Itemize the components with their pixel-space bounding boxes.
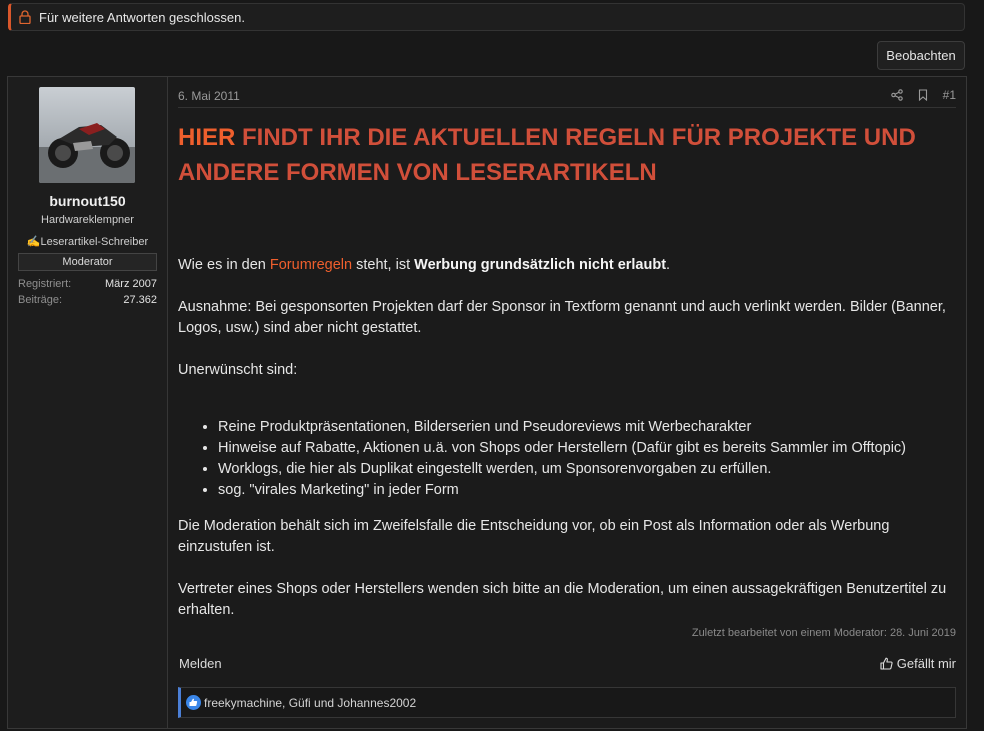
post-headline: HIER FINDT IHR DIE AKTUELLEN REGELN FÜR … — [178, 120, 958, 190]
report-link[interactable]: Melden — [179, 656, 222, 671]
list-item: Worklogs, die hier als Duplikat eingeste… — [218, 459, 958, 480]
motorcycle-avatar-image — [39, 87, 135, 183]
paragraph-unwanted: Unerwünscht sind: — [178, 362, 298, 378]
post-actions: #1 — [890, 88, 956, 102]
watch-button[interactable]: Beobachten — [877, 41, 965, 70]
post-body: Wie es in den Forumregeln steht, ist Wer… — [178, 255, 958, 621]
closed-notice: Für weitere Antworten geschlossen. — [8, 3, 965, 31]
like-button[interactable]: Gefällt mir — [880, 656, 956, 671]
headline-highlight: HIER — [178, 124, 236, 151]
like-reaction-icon — [186, 695, 201, 710]
stat-label: Beiträge: — [18, 294, 63, 306]
share-icon[interactable] — [890, 89, 903, 101]
list-item: Reine Produktpräsentationen, Bilderserie… — [218, 417, 958, 438]
list-item: sog. "virales Marketing" in jeder Form — [218, 480, 958, 501]
stat-label: Registriert: — [18, 278, 72, 290]
username[interactable]: burnout150 — [8, 193, 167, 209]
thumbs-up-icon — [880, 657, 893, 670]
unwanted-list: Reine Produktpräsentationen, Bilderserie… — [178, 417, 958, 501]
reactions-bar[interactable]: freekymachine, Güfi und Johannes2002 — [178, 687, 956, 718]
paragraph-moderation: Die Moderation behält sich im Zweifelsfa… — [178, 518, 890, 555]
intro-suffix: . — [666, 257, 671, 273]
paragraph-intro: Wie es in den Forumregeln steht, ist Wer… — [178, 255, 958, 276]
post-main: 6. Mai 2011 #1 HIER FINDT IHR DIE AKTUEL… — [168, 77, 966, 728]
stat-value[interactable]: 27.362 — [123, 294, 157, 306]
avatar[interactable] — [39, 87, 135, 183]
stat-registered: Registriert: März 2007 — [18, 278, 157, 290]
like-label: Gefällt mir — [896, 656, 956, 671]
notice-text: Für weitere Antworten geschlossen. — [39, 9, 245, 25]
intro-prefix: Wie es in den — [178, 257, 270, 273]
list-item: Hinweise auf Rabatte, Aktionen u.ä. von … — [218, 438, 958, 459]
post: burnout150 Hardwareklempner ✍️Leserartik… — [7, 76, 967, 729]
lock-icon — [19, 10, 31, 24]
last-edited: Zuletzt bearbeitet von einem Moderator: … — [691, 627, 956, 639]
post-number[interactable]: #1 — [943, 88, 956, 102]
user-cell: burnout150 Hardwareklempner ✍️Leserartik… — [8, 77, 168, 728]
divider — [178, 107, 956, 108]
moderator-banner: Moderator — [18, 253, 157, 271]
intro-middle: steht, ist — [352, 257, 415, 273]
reactions-users[interactable]: freekymachine, Güfi und Johannes2002 — [204, 696, 416, 710]
user-title: Hardwareklempner — [41, 214, 134, 226]
headline-text: FINDT IHR DIE AKTUELLEN REGELN FÜR PROJE… — [178, 124, 916, 186]
stat-value: März 2007 — [105, 278, 157, 290]
paragraph-vendors: Vertreter eines Shops oder Herstellers w… — [178, 581, 947, 618]
forum-rules-link[interactable]: Forumregeln — [270, 257, 352, 273]
post-date[interactable]: 6. Mai 2011 — [178, 89, 240, 103]
intro-bold: Werbung grundsätzlich nicht erlaubt — [414, 257, 667, 273]
user-badge: ✍️Leserartikel-Schreiber — [26, 236, 149, 248]
paragraph-exception: Ausnahme: Bei gesponsorten Projekten dar… — [178, 299, 946, 336]
stat-posts: Beiträge: 27.362 — [18, 294, 157, 306]
bookmark-icon[interactable] — [917, 89, 929, 101]
